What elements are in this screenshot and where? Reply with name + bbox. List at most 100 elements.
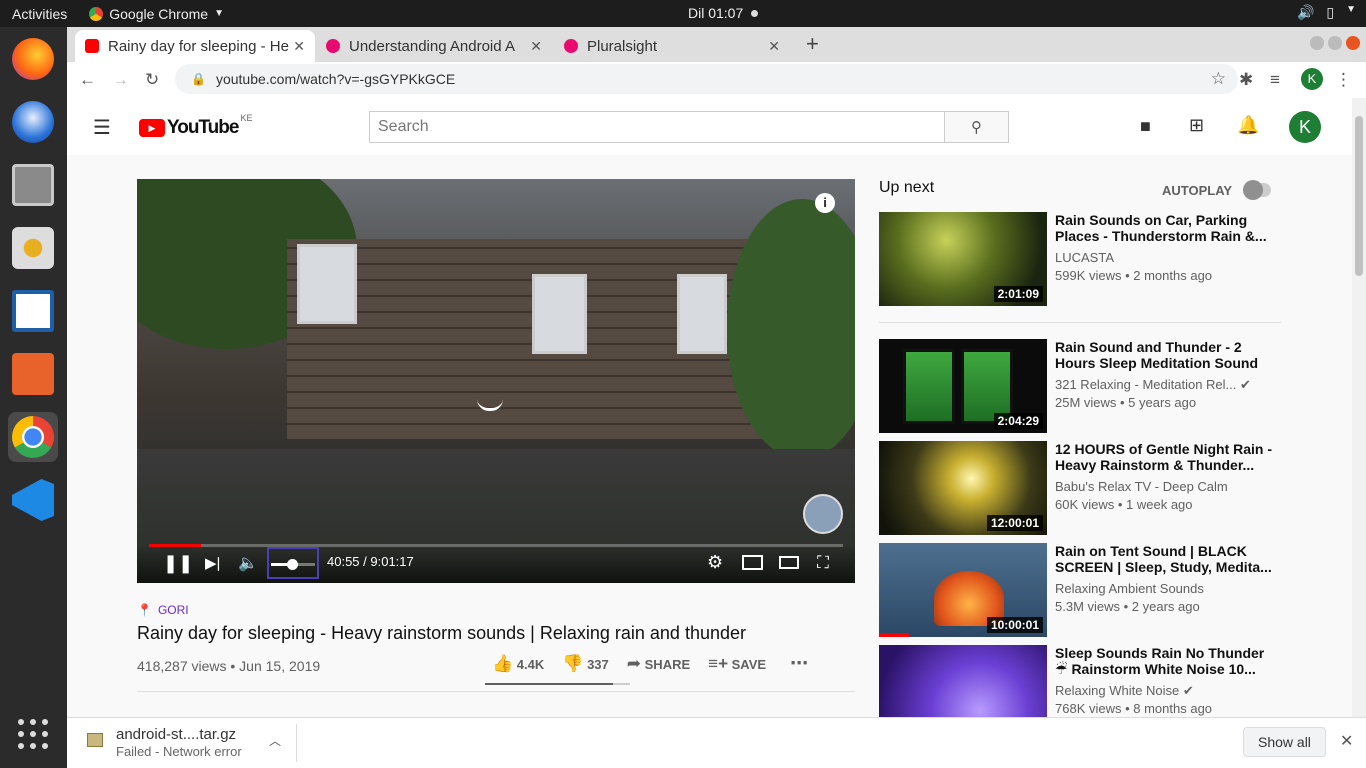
player-controls: ❚❚ ▶| 🔈 40:55 / 9:01:17 ⚙ ⛶: [137, 543, 855, 583]
share-button[interactable]: ➦ SHARE: [627, 654, 690, 674]
miniplayer-icon[interactable]: [742, 555, 763, 570]
save-button[interactable]: ≡+ SAVE: [708, 654, 766, 674]
recommended-video[interactable]: 10:00:01 Rain on Tent Sound | BLACK SCRE…: [879, 543, 1281, 637]
video-player[interactable]: i ❚❚ ▶| 🔈 40:55 / 9:01:17 ⚙ ⛶: [137, 179, 855, 583]
forward-icon[interactable]: →: [112, 70, 129, 90]
volume-slider[interactable]: [267, 547, 319, 579]
tab-youtube[interactable]: Rainy day for sleeping - He ✕: [75, 30, 315, 62]
app-menu[interactable]: Google Chrome ▼: [89, 6, 224, 22]
video-title: Sleep Sounds Rain No Thunder ☔ Rainstorm…: [1055, 645, 1265, 677]
action-bar: 👍 4.4K 👎 337 ➦ SHARE ≡+ SAVE ⋯: [492, 653, 808, 674]
close-icon[interactable]: ✕: [1340, 731, 1353, 751]
autoplay-toggle[interactable]: [1243, 180, 1271, 200]
recommended-video[interactable]: 2:04:29 Rain Sound and Thunder - 2 Hours…: [879, 339, 1281, 433]
dock-firefox[interactable]: [8, 34, 58, 84]
minimize-icon[interactable]: [1310, 36, 1324, 50]
youtube-logo-text: YouTube: [167, 117, 239, 138]
info-icon[interactable]: i: [815, 193, 835, 213]
tab-strip: Rainy day for sleeping - He ✕ Understand…: [67, 27, 1366, 62]
maximize-icon[interactable]: [1328, 36, 1342, 50]
recommended-video[interactable]: Sleep Sounds Rain No Thunder ☔ Rainstorm…: [879, 645, 1281, 717]
share-arrow-icon: ➦: [626, 653, 642, 673]
account-avatar[interactable]: K: [1289, 111, 1321, 143]
back-icon[interactable]: ←: [79, 70, 96, 90]
more-menu-icon[interactable]: ⋮: [1335, 70, 1352, 90]
pause-icon[interactable]: ❚❚: [163, 553, 193, 574]
video-tag[interactable]: GORI: [158, 603, 189, 617]
clock[interactable]: Dil 01:07: [688, 5, 743, 21]
verified-check-icon: ✔: [1182, 683, 1194, 698]
dock-vscode[interactable]: [8, 475, 58, 525]
notifications-bell-icon[interactable]: 🔔: [1237, 115, 1259, 136]
search-input[interactable]: Search: [369, 111, 945, 143]
archive-file-icon: [87, 733, 103, 747]
url-text: youtube.com/watch?v=-gsGYPKkGCE: [215, 71, 456, 87]
like-count: 4.4K: [516, 656, 545, 672]
fullscreen-icon[interactable]: ⛶: [817, 553, 829, 573]
show-all-button[interactable]: Show all: [1243, 727, 1326, 757]
page-scrollbar[interactable]: [1352, 98, 1366, 717]
video-title: 12 HOURS of Gentle Night Rain - Heavy Ra…: [1055, 441, 1273, 473]
download-bar: android-st....tar.gz Failed - Network er…: [67, 717, 1366, 768]
video-meta: 599K views • 2 months ago: [1055, 268, 1213, 283]
create-video-icon[interactable]: ■: [1140, 116, 1151, 137]
window-controls[interactable]: [1310, 36, 1360, 50]
activities-button[interactable]: Activities: [12, 6, 67, 22]
close-icon[interactable]: ✕: [768, 38, 780, 55]
extensions-icon[interactable]: ✱: [1239, 70, 1253, 90]
duration-badge: 10:00:01: [986, 617, 1043, 633]
region-code: KE: [240, 113, 253, 123]
browser-toolbar: ← → ↻ 🔒 youtube.com/watch?v=-gsGYPKkGCE …: [67, 62, 1366, 98]
show-apps-grid-icon[interactable]: [18, 719, 48, 749]
theater-mode-icon[interactable]: [779, 556, 799, 569]
dock-chrome[interactable]: [8, 412, 58, 462]
dock-thunderbird[interactable]: [8, 97, 58, 147]
profile-avatar[interactable]: K: [1301, 68, 1323, 90]
dock-files[interactable]: [8, 160, 58, 210]
video-info: 📍 GORI Rainy day for sleeping - Heavy ra…: [137, 603, 855, 692]
vscode-icon: [12, 479, 54, 521]
youtube-logo[interactable]: ▶ YouTube KE: [139, 113, 252, 139]
apps-grid-icon[interactable]: ⊞: [1189, 115, 1204, 136]
divider: [879, 322, 1281, 323]
bookmark-star-icon[interactable]: ☆: [1211, 69, 1226, 89]
menu-icon[interactable]: ☰: [93, 115, 111, 140]
tab-pluralsight-android[interactable]: Understanding Android A ✕: [316, 30, 552, 62]
new-tab-button[interactable]: +: [806, 31, 819, 57]
system-tray[interactable]: 🔊 ▯ ▼: [1297, 4, 1356, 21]
close-icon[interactable]: ✕: [289, 37, 305, 55]
channel-watermark[interactable]: [803, 494, 843, 534]
tab-pluralsight[interactable]: Pluralsight ✕: [554, 30, 790, 62]
close-icon[interactable]: ✕: [526, 37, 542, 55]
dock-rhythmbox[interactable]: [8, 223, 58, 273]
close-window-icon[interactable]: [1346, 36, 1360, 50]
download-filename: android-st....tar.gz: [116, 726, 237, 743]
address-bar[interactable]: 🔒 youtube.com/watch?v=-gsGYPKkGCE ☆: [175, 64, 1238, 94]
chevron-down-icon: ▼: [1346, 4, 1356, 15]
files-icon: [12, 164, 54, 206]
more-actions-icon[interactable]: ⋯: [790, 653, 808, 674]
video-meta: 60K views • 1 week ago: [1055, 497, 1193, 512]
search-button[interactable]: ⚲: [944, 111, 1009, 143]
watched-progress: [879, 633, 909, 637]
settings-gear-icon[interactable]: ⚙: [707, 552, 723, 573]
thumbs-down-icon: 👎: [562, 653, 584, 673]
video-title: Rain on Tent Sound | BLACK SCREEN | Slee…: [1055, 543, 1272, 575]
chevron-up-icon[interactable]: ︿: [269, 732, 281, 749]
lock-icon: 🔒: [191, 72, 206, 86]
volume-icon[interactable]: 🔈: [238, 553, 258, 573]
reload-icon[interactable]: ↻: [145, 70, 159, 90]
next-icon[interactable]: ▶|: [205, 554, 220, 572]
video-frame: [137, 179, 855, 583]
dock-writer[interactable]: [8, 286, 58, 336]
like-button[interactable]: 👍 4.4K: [492, 654, 544, 674]
download-item[interactable]: android-st....tar.gz Failed - Network er…: [81, 726, 297, 762]
download-divider: [296, 724, 297, 762]
media-control-icon[interactable]: ≡: [1270, 70, 1280, 90]
recommended-video[interactable]: 2:01:09 Rain Sounds on Car, Parking Plac…: [879, 212, 1281, 306]
youtube-header: ☰ ▶ YouTube KE Search ⚲ ■ ⊞ 🔔 K: [67, 98, 1352, 155]
dock-software[interactable]: [8, 349, 58, 399]
dislike-button[interactable]: 👎 337: [562, 654, 609, 674]
recommended-video[interactable]: 12:00:01 12 HOURS of Gentle Night Rain -…: [879, 441, 1281, 535]
scrollbar-thumb[interactable]: [1355, 116, 1363, 276]
